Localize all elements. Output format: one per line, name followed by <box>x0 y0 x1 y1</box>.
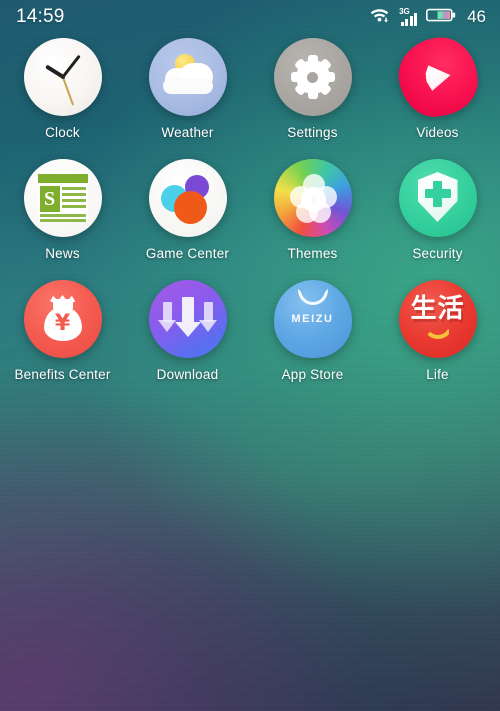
app-label: Videos <box>416 125 459 140</box>
download-arrow-icon <box>148 280 227 358</box>
app-icon-themes[interactable]: Themes <box>250 159 375 261</box>
app-label: Life <box>426 367 449 382</box>
signal-bars-icon: 3G <box>399 7 418 26</box>
themes-color-wheel-icon <box>273 159 352 237</box>
life-icon: 生活 <box>398 280 477 358</box>
battery-level-label: 46 <box>467 7 486 26</box>
news-initial: S <box>39 186 60 212</box>
status-bar-clock: 14:59 <box>16 6 65 27</box>
app-label: Settings <box>287 125 338 140</box>
app-icon-app-store[interactable]: MEIZU App Store <box>250 280 375 382</box>
app-icon-settings[interactable]: Settings <box>250 38 375 140</box>
wifi-download-icon <box>369 6 390 28</box>
app-icon-benefits-center[interactable]: ¥ Benefits Center <box>0 280 125 382</box>
app-icon-weather[interactable]: Weather <box>125 38 250 140</box>
app-store-brand-label: MEIZU <box>291 313 334 325</box>
benefits-money-bag-icon: ¥ <box>23 280 102 358</box>
app-icon-download[interactable]: Download <box>125 280 250 382</box>
home-screen: 14:59 3G 46 Clock Weather Settings Video… <box>0 0 500 711</box>
app-icon-videos[interactable]: Videos <box>375 32 500 140</box>
app-label: Weather <box>161 125 214 140</box>
clock-icon <box>23 38 102 116</box>
app-label: News <box>45 246 80 261</box>
yen-symbol: ¥ <box>54 311 71 336</box>
app-label: Clock <box>45 125 80 140</box>
app-label: App Store <box>281 367 344 382</box>
life-characters: 生活 <box>410 294 465 324</box>
app-icon-clock[interactable]: Clock <box>0 38 125 140</box>
app-grid: Clock Weather Settings Videos S News Gam… <box>0 32 500 382</box>
app-icon-life[interactable]: 生活 Life <box>375 280 500 382</box>
network-type-label: 3G <box>399 7 410 16</box>
news-icon: S <box>23 159 102 237</box>
videos-play-icon <box>393 32 482 122</box>
settings-gear-icon <box>273 38 352 116</box>
game-center-icon <box>148 159 227 237</box>
app-icon-news[interactable]: S News <box>0 159 125 261</box>
app-label: Security <box>412 246 463 261</box>
app-icon-security[interactable]: Security <box>375 159 500 261</box>
app-label: Game Center <box>145 246 230 261</box>
app-store-bag-icon: MEIZU <box>273 280 352 358</box>
status-bar-icons: 3G 46 <box>369 6 486 28</box>
status-bar: 14:59 3G 46 <box>0 0 500 34</box>
app-icon-game-center[interactable]: Game Center <box>125 159 250 261</box>
app-label: Benefits Center <box>14 367 111 382</box>
app-label: Download <box>156 367 219 382</box>
app-label: Themes <box>287 246 338 261</box>
security-shield-icon <box>398 159 477 237</box>
weather-icon <box>148 38 227 116</box>
battery-icon <box>426 7 456 28</box>
